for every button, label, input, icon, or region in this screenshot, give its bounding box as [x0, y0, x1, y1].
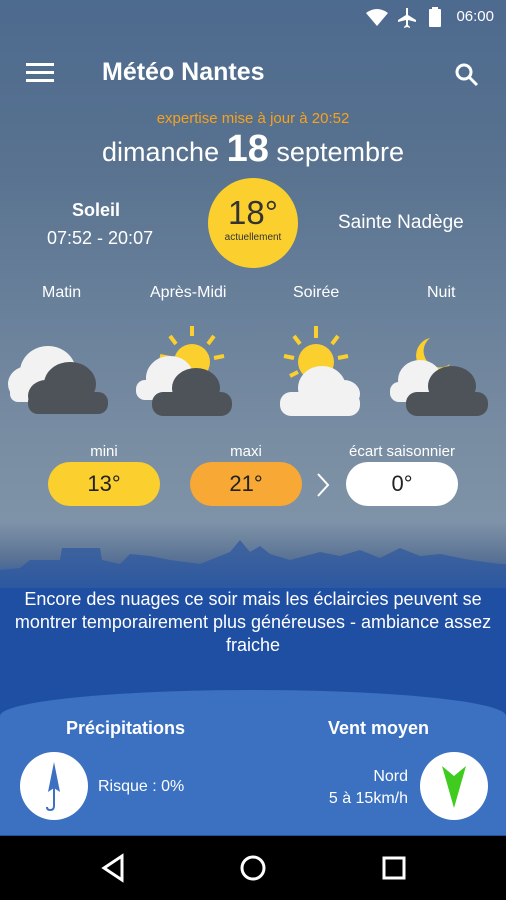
status-time: 06:00 — [456, 8, 494, 25]
date-weekday: dimanche — [102, 137, 220, 167]
battery-icon — [429, 7, 441, 27]
date-day: 18 — [226, 128, 269, 170]
precipitation-button[interactable] — [20, 752, 88, 820]
period-label-morning: Matin — [42, 284, 82, 301]
period-label-night: Nuit — [427, 284, 456, 301]
wind-title: Vent moyen — [328, 718, 430, 738]
search-icon[interactable] — [454, 62, 480, 88]
wind-direction: Nord — [373, 768, 408, 785]
min-temp-pill: 13° — [48, 462, 160, 506]
wifi-icon — [366, 9, 388, 26]
umbrella-icon — [46, 762, 60, 812]
menu-icon[interactable] — [26, 63, 54, 85]
sun-behind-clouds-icon — [136, 326, 232, 416]
back-icon[interactable] — [96, 850, 132, 886]
saint-of-day: Sainte Nadège — [338, 212, 464, 233]
max-temp-pill: 21° — [190, 462, 302, 506]
airplane-icon — [398, 8, 416, 28]
home-icon[interactable] — [235, 850, 271, 886]
wind-speed: 5 à 15km/h — [328, 790, 408, 807]
current-temp-badge: 18° actuellement — [208, 178, 298, 268]
chevron-right-icon[interactable] — [312, 470, 334, 500]
date-heading: dimanche 18 septembre — [0, 128, 506, 171]
sun-label: Soleil — [72, 200, 121, 220]
current-temp: 18° — [228, 194, 278, 231]
status-bar: 06:00 — [0, 0, 506, 36]
period-label-afternoon: Après-Midi — [150, 284, 227, 301]
period-label-evening: Soirée — [293, 284, 340, 301]
wind-button[interactable] — [420, 752, 488, 820]
sun-small-cloud-icon — [280, 326, 360, 416]
sun-times: 07:52 - 20:07 — [47, 228, 154, 248]
app-title: Météo Nantes — [102, 58, 265, 86]
recents-icon[interactable] — [376, 850, 412, 886]
wind-arrow-icon — [442, 766, 466, 808]
max-label: maxi — [230, 443, 262, 460]
update-timestamp: expertise mise à jour à 20:52 — [156, 110, 350, 127]
current-temp-sub: actuellement — [224, 232, 282, 243]
cloudy-icon — [8, 346, 108, 414]
forecast-text: Encore des nuages ce soir mais les éclai… — [14, 589, 492, 655]
precipitation-risk: Risque : 0% — [98, 778, 185, 795]
moon-clouds-icon — [390, 338, 488, 416]
season-deviation-pill: 0° — [346, 462, 458, 506]
season-label: écart saisonnier — [349, 443, 455, 460]
precipitation-title: Précipitations — [66, 718, 186, 738]
min-label: mini — [90, 443, 118, 460]
date-month: septembre — [276, 137, 404, 167]
